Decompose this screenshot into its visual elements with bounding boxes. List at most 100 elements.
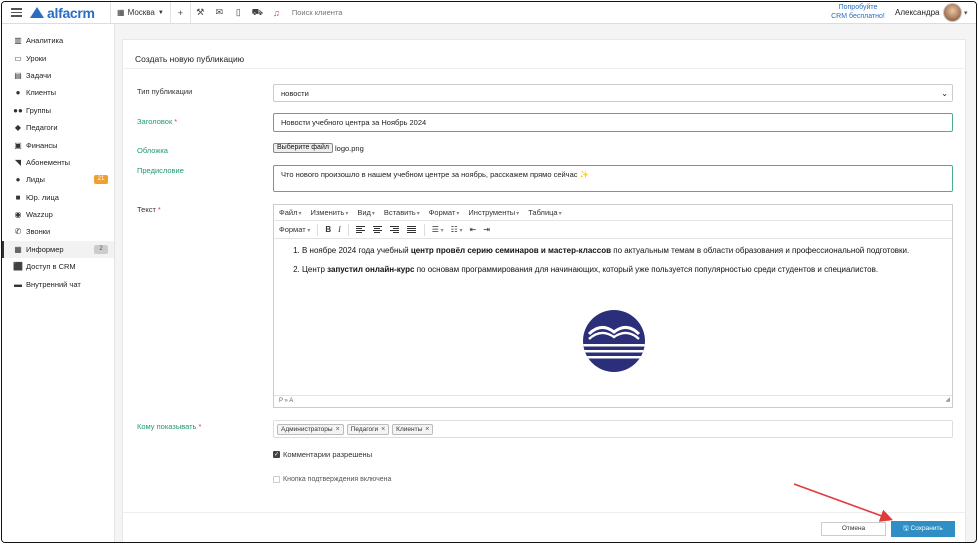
format-dropdown[interactable]: Формат ▾ bbox=[279, 225, 310, 234]
outdent-icon[interactable]: ⇤ bbox=[470, 225, 477, 234]
audience-label: Кому показывать * bbox=[137, 422, 202, 431]
bullet-list-icon[interactable]: ☰ ▾ bbox=[432, 225, 444, 234]
audience-tag: Педагоги × bbox=[346, 423, 390, 435]
confirm-label: Кнопка подтверждения включена bbox=[283, 476, 392, 483]
chevron-down-icon: ⌄ bbox=[941, 89, 948, 98]
rich-text-editor[interactable]: Файл▾ Изменить▾ Вид▾ Вставить▾ Формат▾ И… bbox=[273, 204, 953, 408]
editor-menu-tools[interactable]: Инструменты▾ bbox=[468, 208, 519, 217]
book-logo-image[interactable] bbox=[583, 310, 645, 372]
align-center-icon[interactable] bbox=[372, 226, 382, 233]
editor-menu-edit[interactable]: Изменить▾ bbox=[310, 208, 348, 217]
promo-link[interactable]: Попробуйте CRM бесплатно! bbox=[828, 4, 888, 21]
phone-icon: ✆ bbox=[14, 227, 22, 237]
audience-tag: Администраторы × bbox=[277, 423, 344, 435]
audience-tag: Клиенты × bbox=[392, 423, 434, 435]
app-window: alfacrm ▦ Москва ▼ + ⚒ ✉ ▯ ⛟ ♫ Попробуйт… bbox=[1, 1, 977, 543]
remove-tag-icon[interactable]: × bbox=[336, 426, 340, 433]
remove-tag-icon[interactable]: × bbox=[425, 426, 429, 433]
user-menu-caret-icon[interactable]: ▾ bbox=[964, 9, 968, 17]
publication-form: Создать новую публикацию Тип публикации … bbox=[122, 39, 966, 542]
heading-input[interactable]: Новости учебного центра за Ноябрь 2024 bbox=[273, 113, 953, 132]
caret-down-icon: ▼ bbox=[157, 9, 164, 16]
branch-select[interactable]: ▦ Москва ▼ bbox=[111, 2, 170, 24]
confirm-checkbox-row[interactable]: Кнопка подтверждения включена bbox=[273, 476, 391, 483]
sidebar-item-calls[interactable]: ✆ Звонки bbox=[2, 223, 114, 240]
informer-badge: 2 bbox=[94, 244, 108, 254]
editor-content[interactable]: В ноябре 2024 года учебный центр провёл … bbox=[274, 239, 952, 275]
type-select[interactable]: новости ⌄ bbox=[273, 84, 953, 102]
briefcase-icon: ■ bbox=[15, 192, 21, 202]
sparkle-icon: ✨ bbox=[579, 170, 589, 179]
align-left-icon[interactable] bbox=[355, 226, 365, 233]
money-icon: ▣ bbox=[14, 140, 22, 150]
comments-checkbox-row[interactable]: ✓ Комментарии разрешены bbox=[273, 450, 372, 459]
preface-textarea[interactable]: Что нового произошло в нашем учебном цен… bbox=[273, 165, 953, 192]
whatsapp-icon: ◉ bbox=[14, 210, 22, 220]
editor-menubar: Файл▾ Изменить▾ Вид▾ Вставить▾ Формат▾ И… bbox=[274, 205, 952, 221]
text-label: Текст * bbox=[137, 205, 161, 214]
leads-icon: ● bbox=[15, 175, 21, 185]
editor-menu-format[interactable]: Формат▾ bbox=[429, 208, 460, 217]
page-title: Создать новую публикацию bbox=[135, 54, 245, 64]
editor-path: P » A bbox=[279, 398, 294, 404]
teacher-icon: ◆ bbox=[14, 123, 22, 133]
mail-icon[interactable]: ✉ bbox=[210, 2, 229, 24]
align-justify-icon[interactable] bbox=[406, 226, 416, 233]
sidebar-item-groups[interactable]: ●● Группы bbox=[2, 102, 114, 119]
sidebar-item-informer[interactable]: ▦ Информер 2 bbox=[2, 240, 114, 259]
choose-file-button[interactable]: Выберите файл bbox=[273, 143, 333, 153]
branch-label: Москва bbox=[127, 8, 155, 17]
sidebar-item-teachers[interactable]: ◆ Педагоги bbox=[2, 119, 114, 136]
audience-select[interactable]: Администраторы × Педагоги × Клиенты × bbox=[273, 420, 953, 438]
sidebar-item-internal-chat[interactable]: ▬ Внутренний чат bbox=[2, 275, 114, 292]
resize-grip-icon[interactable]: ◢ bbox=[945, 395, 950, 406]
book-logo-graphic bbox=[583, 326, 645, 359]
align-right-icon[interactable] bbox=[389, 226, 399, 233]
sidebar-item-subscriptions[interactable]: ◥ Абонементы bbox=[2, 154, 114, 171]
mobile-icon[interactable]: ▯ bbox=[229, 2, 248, 24]
remove-tag-icon[interactable]: × bbox=[381, 426, 385, 433]
sidebar-item-finance[interactable]: ▣ Финансы bbox=[2, 136, 114, 153]
user-name[interactable]: Александра bbox=[895, 8, 939, 17]
save-icon: 🖫 bbox=[903, 525, 911, 532]
confirm-checkbox[interactable] bbox=[273, 476, 280, 483]
save-button[interactable]: 🖫 Сохранить bbox=[891, 521, 955, 537]
plus-icon[interactable]: + bbox=[171, 2, 190, 24]
sidebar-item-tasks[interactable]: ▤ Задачи bbox=[2, 67, 114, 84]
editor-menu-table[interactable]: Таблица▾ bbox=[528, 208, 561, 217]
italic-icon[interactable]: I bbox=[338, 225, 341, 234]
sidebar-item-lessons[interactable]: ▭ Уроки bbox=[2, 49, 114, 66]
editor-menu-file[interactable]: Файл▾ bbox=[279, 208, 301, 217]
top-bar: alfacrm ▦ Москва ▼ + ⚒ ✉ ▯ ⛟ ♫ Попробуйт… bbox=[2, 2, 976, 24]
numbered-list-icon[interactable]: ☷ ▾ bbox=[451, 225, 463, 234]
promo-line-2: CRM бесплатно! bbox=[831, 12, 885, 20]
logo[interactable]: alfacrm bbox=[30, 5, 110, 21]
sidebar-item-clients[interactable]: ● Клиенты bbox=[2, 84, 114, 101]
search-input[interactable] bbox=[291, 8, 422, 17]
editor-menu-view[interactable]: Вид▾ bbox=[357, 208, 375, 217]
type-label: Тип публикации bbox=[137, 87, 193, 96]
required-mark: * bbox=[174, 117, 178, 126]
cancel-button[interactable]: Отмена bbox=[821, 522, 886, 536]
sidebar-item-leads[interactable]: ● Лиды 21 bbox=[2, 171, 114, 188]
sidebar-item-analytics[interactable]: ▥ Аналитика bbox=[2, 32, 114, 49]
sidebar-item-crm-access[interactable]: ⬛ Доступ в CRM bbox=[2, 258, 114, 275]
group-icon: ●● bbox=[13, 105, 23, 115]
cart-icon[interactable]: ⛟ bbox=[248, 2, 267, 24]
chat-icon: ▬ bbox=[14, 279, 22, 289]
sidebar-item-wazzup[interactable]: ◉ Wazzup bbox=[2, 206, 114, 223]
logo-text: alfacrm bbox=[47, 4, 95, 21]
cover-label: Обложка bbox=[137, 146, 168, 155]
indent-icon[interactable]: ⇥ bbox=[483, 225, 490, 234]
avatar[interactable] bbox=[943, 3, 962, 22]
bold-icon[interactable]: B bbox=[325, 225, 331, 234]
sidebar-item-legal-entities[interactable]: ■ Юр. лица bbox=[2, 189, 114, 206]
bell-icon[interactable]: ♫ bbox=[267, 2, 286, 24]
menu-icon[interactable] bbox=[2, 8, 30, 17]
wrench-icon[interactable]: ⚒ bbox=[191, 2, 210, 24]
logo-mark-icon bbox=[30, 7, 44, 18]
editor-statusbar: P » A ◢ bbox=[274, 395, 952, 407]
preface-label: Предисловие bbox=[137, 166, 184, 175]
comments-checkbox[interactable]: ✓ bbox=[273, 451, 280, 458]
editor-menu-insert[interactable]: Вставить▾ bbox=[384, 208, 420, 217]
